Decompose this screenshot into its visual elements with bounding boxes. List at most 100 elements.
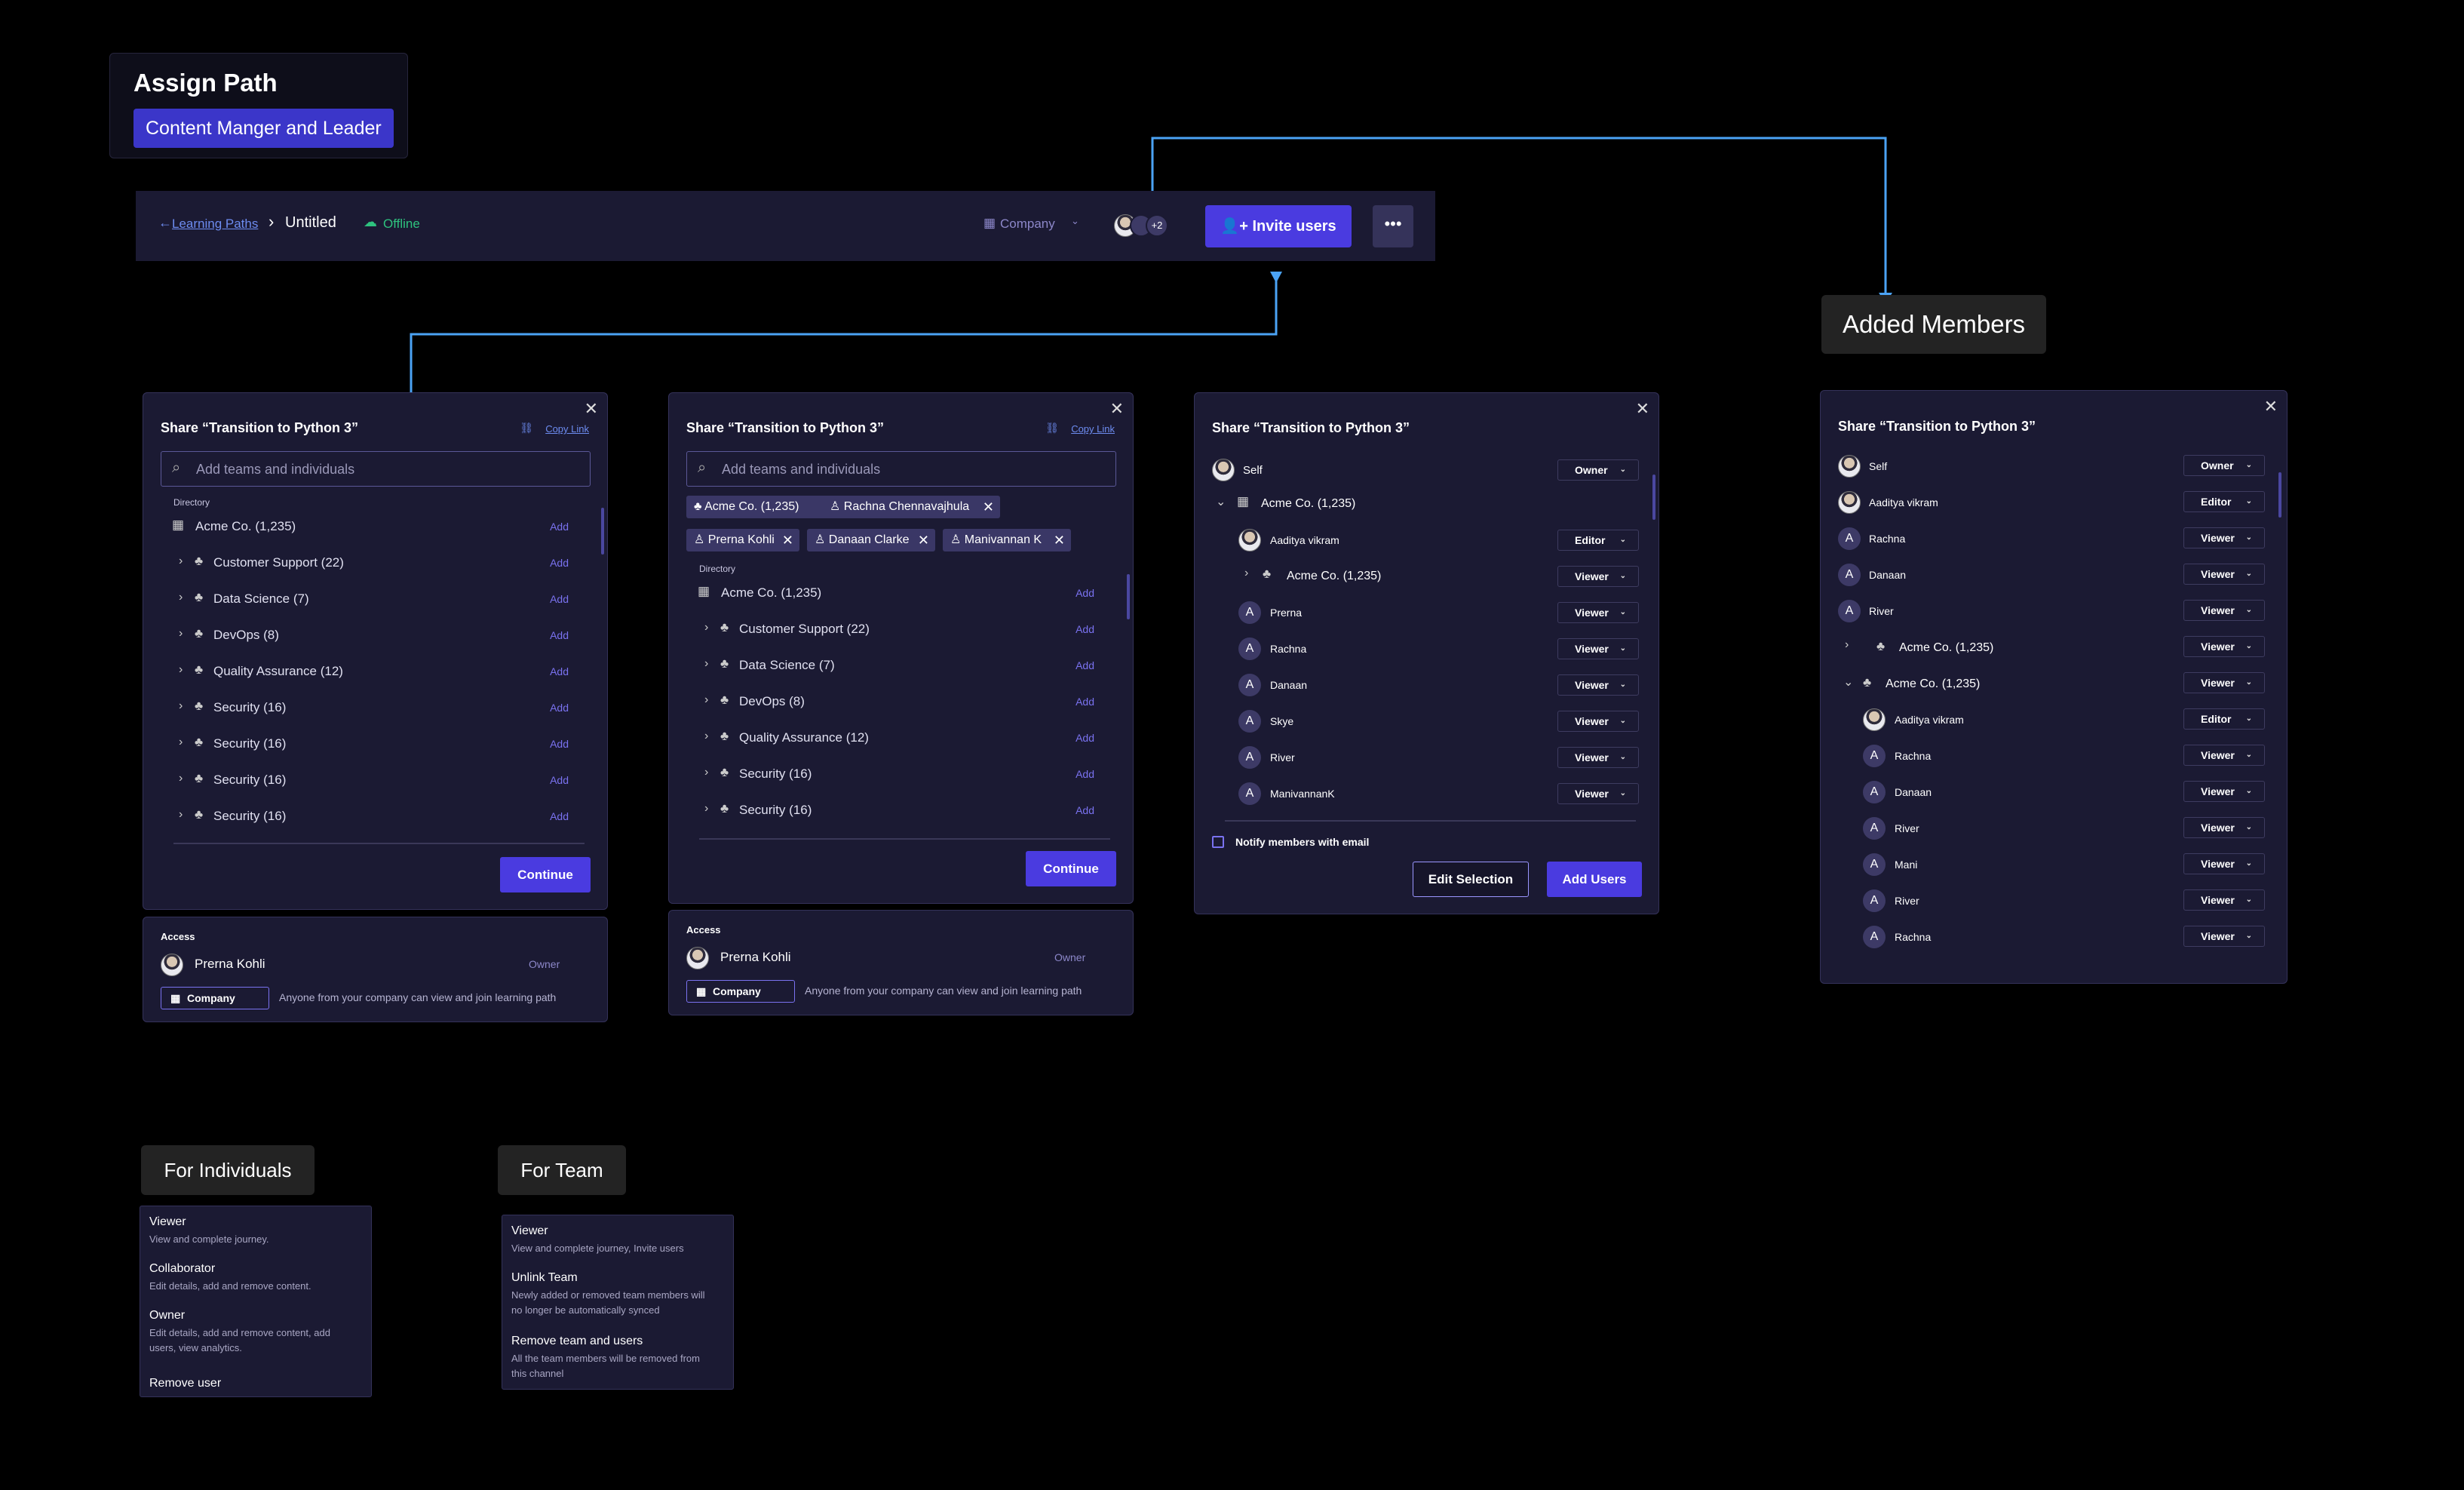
copy-link[interactable]: Copy Link (545, 423, 589, 435)
add-button[interactable]: Add (1076, 623, 1094, 635)
list-item[interactable]: › ♣ Security (16) Add (172, 806, 579, 829)
chevron-right-icon[interactable]: › (179, 555, 183, 568)
list-item[interactable]: › ♣ Customer Support (22) Add (172, 553, 579, 576)
company-select[interactable]: ▦ Company (161, 987, 269, 1009)
add-button[interactable]: Add (550, 593, 569, 605)
role-select[interactable]: Owner ⌄ (1557, 459, 1639, 481)
chevron-right-icon[interactable]: › (179, 736, 183, 749)
list-item[interactable]: › ♣ Quality Assurance (12) Add (172, 662, 579, 684)
chevron-right-icon[interactable]: › (179, 772, 183, 785)
role-select[interactable]: Viewer ⌄ (1557, 566, 1639, 587)
close-icon[interactable]: ✕ (585, 399, 598, 419)
company-select[interactable]: Company (1000, 217, 1055, 232)
menu-item[interactable]: Owner (149, 1309, 185, 1323)
company-select[interactable]: ▦ Company (686, 980, 795, 1003)
scrollbar[interactable] (2278, 472, 2281, 518)
close-icon[interactable]: ✕ (983, 496, 994, 518)
role-select[interactable]: Viewer ⌄ (2183, 672, 2265, 693)
role-select[interactable]: Viewer ⌄ (2183, 817, 2265, 838)
add-button[interactable]: Add (1076, 659, 1094, 671)
copy-link[interactable]: Copy Link (1071, 423, 1115, 435)
add-button[interactable]: Add (550, 702, 569, 714)
role-select[interactable]: Owner ⌄ (2183, 455, 2265, 476)
list-item[interactable]: › ♣ Security (16) Add (172, 698, 579, 720)
role-select[interactable]: Viewer ⌄ (1557, 674, 1639, 696)
continue-button[interactable]: Continue (1026, 851, 1116, 886)
role-select[interactable]: Viewer ⌄ (2183, 745, 2265, 766)
list-item[interactable]: › ♣ Data Science (7) Add (698, 656, 1105, 678)
role-select[interactable]: Viewer ⌄ (2183, 600, 2265, 621)
add-button[interactable]: Add (550, 774, 569, 786)
learning-paths-link[interactable]: Learning Paths (172, 217, 258, 232)
add-button[interactable]: Add (1076, 768, 1094, 780)
add-button[interactable]: Add (1076, 587, 1094, 599)
role-select[interactable]: Viewer ⌄ (2183, 926, 2265, 947)
list-item[interactable]: › ♣ Customer Support (22) Add (698, 619, 1105, 642)
scrollbar[interactable] (601, 508, 604, 555)
role-select[interactable]: Editor ⌄ (1557, 530, 1639, 551)
role-select[interactable]: Viewer ⌄ (2183, 527, 2265, 548)
continue-button[interactable]: Continue (500, 857, 591, 892)
role-select[interactable]: Editor ⌄ (2183, 708, 2265, 730)
notify-checkbox[interactable] (1212, 836, 1224, 848)
add-button[interactable]: Add (1076, 732, 1094, 744)
chevron-down-icon[interactable]: ⌄ (1843, 674, 1853, 690)
menu-item[interactable]: Collaborator (149, 1262, 215, 1276)
list-item[interactable]: › ♣ DevOps (8) Add (698, 692, 1105, 714)
chevron-down-icon[interactable]: ⌄ (1216, 494, 1226, 509)
search-input[interactable]: ⌕ Add teams and individuals (161, 451, 591, 487)
chevron-right-icon[interactable]: › (179, 591, 183, 604)
close-icon[interactable]: ✕ (1636, 399, 1649, 419)
edit-selection-button[interactable]: Edit Selection (1413, 862, 1529, 897)
list-item[interactable]: › ♣ Security (16) Add (698, 764, 1105, 787)
add-button[interactable]: Add (1076, 804, 1094, 816)
role-select[interactable]: Editor ⌄ (2183, 491, 2265, 512)
role-select[interactable]: Viewer ⌄ (2183, 889, 2265, 911)
list-item[interactable]: › ♣ Security (16) Add (172, 770, 579, 793)
list-item[interactable]: › ♣ DevOps (8) Add (172, 625, 579, 648)
chevron-right-icon[interactable]: › (704, 657, 708, 671)
role-select[interactable]: Owner (1054, 951, 1085, 963)
selected-chip[interactable]: ♣ Acme Co. (1,235)✕ (686, 496, 841, 518)
role-select[interactable]: Viewer ⌄ (1557, 711, 1639, 732)
more-button[interactable]: ••• (1373, 205, 1413, 247)
menu-item[interactable]: Viewer (511, 1224, 548, 1238)
chevron-right-icon[interactable]: › (179, 808, 183, 822)
add-button[interactable]: Add (550, 665, 569, 677)
chevron-right-icon[interactable]: › (704, 766, 708, 779)
close-icon[interactable]: ✕ (918, 529, 929, 551)
scrollbar[interactable] (1127, 574, 1130, 619)
role-select[interactable]: Viewer ⌄ (1557, 747, 1639, 768)
back-arrow-icon[interactable]: ← (158, 215, 172, 231)
list-item[interactable]: ▦ Acme Co. (1,235) Add (172, 517, 579, 539)
selected-chip[interactable]: ♙ Danaan Clarke ✕ (807, 529, 935, 551)
add-button[interactable]: Add (550, 738, 569, 750)
list-item[interactable]: › ♣ Security (16) Add (698, 800, 1105, 823)
scrollbar[interactable] (1652, 475, 1655, 520)
role-select[interactable]: Viewer ⌄ (2183, 781, 2265, 802)
close-icon[interactable]: ✕ (1054, 529, 1065, 551)
chevron-right-icon[interactable]: › (704, 621, 708, 634)
role-select[interactable]: Viewer ⌄ (1557, 602, 1639, 623)
role-select[interactable]: Viewer ⌄ (1557, 783, 1639, 804)
add-users-button[interactable]: Add Users (1547, 862, 1642, 897)
role-select[interactable]: Viewer ⌄ (2183, 853, 2265, 874)
selected-chip[interactable]: ♙ Manivannan K ✕ (943, 529, 1071, 551)
close-icon[interactable]: ✕ (1110, 399, 1124, 419)
add-button[interactable]: Add (550, 521, 569, 533)
close-icon[interactable]: ✕ (2264, 397, 2278, 416)
role-select[interactable]: Owner (529, 958, 560, 970)
role-select[interactable]: Viewer ⌄ (1557, 638, 1639, 659)
list-item[interactable]: › ♣ Quality Assurance (12) Add (698, 728, 1105, 751)
chevron-right-icon[interactable]: › (179, 663, 183, 677)
role-select[interactable]: Viewer ⌄ (2183, 636, 2265, 657)
selected-chip[interactable]: ♙ Rachna Chennavajhula ✕ (822, 496, 1000, 518)
list-item[interactable]: › ♣ Data Science (7) Add (172, 589, 579, 612)
avatar-count[interactable]: +2 (1146, 214, 1168, 237)
role-select[interactable]: Viewer ⌄ (2183, 564, 2265, 585)
menu-item[interactable]: Viewer (149, 1215, 186, 1229)
add-button[interactable]: Add (550, 629, 569, 641)
chevron-right-icon[interactable]: › (704, 730, 708, 743)
add-button[interactable]: Add (550, 810, 569, 822)
chevron-right-icon[interactable]: › (179, 699, 183, 713)
